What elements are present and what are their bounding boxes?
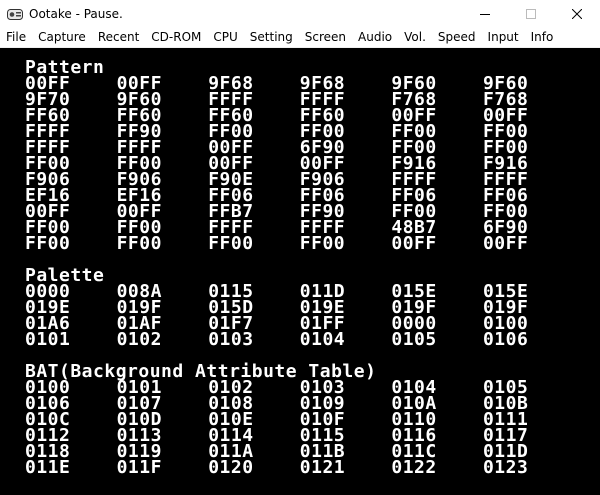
bat-table: 0100 0101 0102 0103 0104 0105 0106 0107 0108 010… [25,379,590,478]
menu-screen[interactable]: Screen [299,27,352,47]
menu-vol[interactable]: Vol. [398,27,432,47]
hex-cell: FF00 [25,233,71,254]
palette-row: 0101 0102 0103 0104 0105 0106 [25,329,590,350]
menu-file[interactable]: File [0,27,32,47]
menu-recent[interactable]: Recent [92,27,145,47]
pattern-row: FF00 FF00 FF00 FF00 00FF 00FF [25,233,590,254]
hex-cell: 0102 [116,329,162,350]
hex-cell: FF00 [299,233,346,254]
minimize-icon [480,4,490,23]
palette-table: 0000 008A 0115 011D 015E 015E 019E 019F 015D 019… [25,283,590,350]
hex-cell: 0123 [482,457,529,478]
menu-audio[interactable]: Audio [352,27,398,47]
window-controls [462,0,600,27]
hex-cell: 0101 [25,329,71,350]
hex-cell: FF00 [208,233,254,254]
hex-cell: 0105 [391,329,437,350]
hex-cell: 0122 [391,457,437,478]
close-icon [571,4,583,23]
hex-cell: 0103 [208,329,254,350]
hex-cell: 011F [116,457,162,478]
maximize-button[interactable] [508,0,554,27]
menu-cd-rom[interactable]: CD-ROM [145,27,207,47]
hex-cell: 0106 [482,329,529,350]
menu-input[interactable]: Input [482,27,525,47]
bat-row: 011E 011F 0120 0121 0122 0123 [25,457,590,478]
close-button[interactable] [554,0,600,27]
menu-cpu[interactable]: CPU [207,27,243,47]
maximize-icon [526,4,536,23]
window-title: Ootake - Pause. [29,6,123,21]
hex-cell: 00FF [482,233,529,254]
hex-cell: 0104 [299,329,346,350]
hex-cell: 00FF [391,233,437,254]
minimize-button[interactable] [462,0,508,27]
pattern-table: 00FF 00FF 9F68 9F68 9F60 9F60 9F70 9F60 FFFF FFF… [25,75,590,254]
debug-console: Pattern 00FF 00FF 9F68 9F68 9F60 9F60 9F70 9F6… [25,59,590,478]
app-icon[interactable] [7,7,23,21]
menu-capture[interactable]: Capture [32,27,92,47]
hex-cell: FF00 [116,233,162,254]
menu-speed[interactable]: Speed [432,27,482,47]
hex-cell: 011E [25,457,71,478]
title-bar: Ootake - Pause. [0,0,600,27]
emulator-screen[interactable]: Pattern 00FF 00FF 9F68 9F68 9F60 9F60 9F70 9F6… [0,48,600,495]
menu-info[interactable]: Info [525,27,560,47]
hex-cell: 0121 [299,457,346,478]
menu-setting[interactable]: Setting [244,27,299,47]
hex-cell: 0120 [208,457,254,478]
menu-bar: File Capture Recent CD-ROM CPU Setting S… [0,27,600,48]
